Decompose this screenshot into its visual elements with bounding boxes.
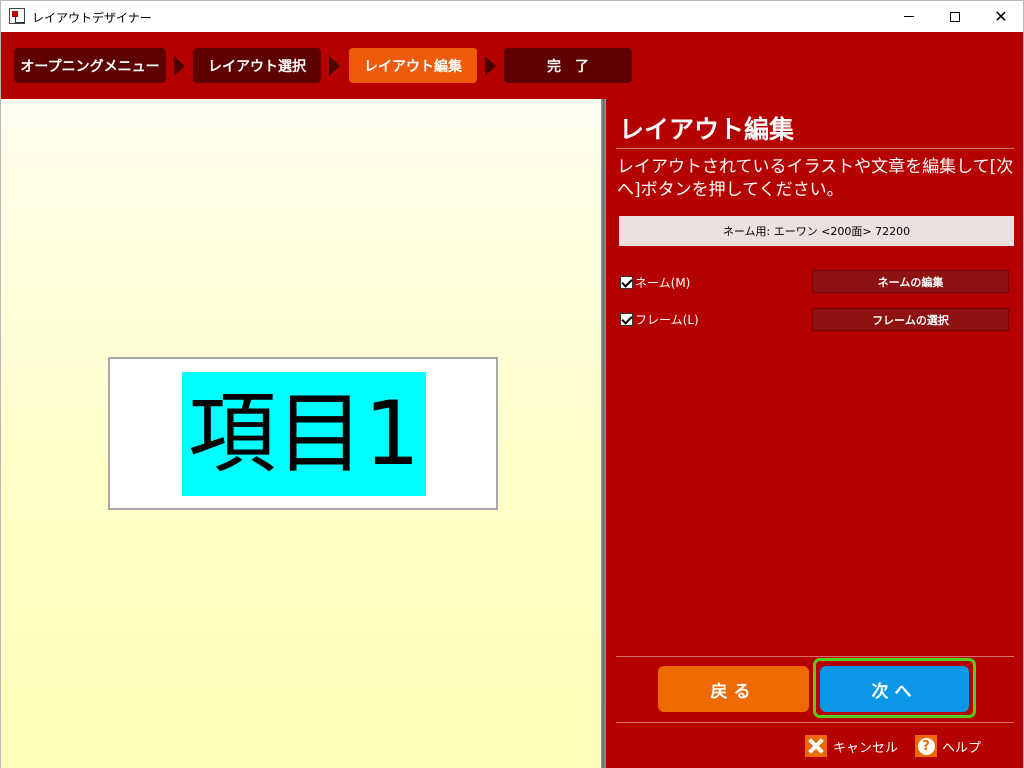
minimize-icon <box>904 16 914 17</box>
frame-checkbox[interactable] <box>620 312 633 326</box>
maximize-button[interactable] <box>932 1 978 32</box>
maximize-icon <box>950 11 960 22</box>
back-button[interactable]: 戻る <box>658 666 809 712</box>
layout-canvas[interactable]: 項目1 <box>1 99 601 768</box>
label-preview[interactable]: 項目1 <box>108 357 498 510</box>
cancel-link[interactable]: キャンセル <box>805 735 898 757</box>
close-icon: ✕ <box>994 6 1008 26</box>
step-arrow-icon <box>485 56 496 76</box>
cancel-label[interactable]: キャンセル <box>833 737 898 756</box>
divider <box>616 722 1014 723</box>
step-opening-menu: オープニングメニュー <box>14 48 166 83</box>
minimize-button[interactable] <box>886 1 932 32</box>
divider <box>616 148 1014 149</box>
window-title: レイアウトデザイナー <box>32 11 152 25</box>
title-bar: レイアウトデザイナー ✕ <box>1 1 1023 32</box>
close-button[interactable]: ✕ <box>978 1 1024 32</box>
edit-panel: レイアウト編集 レイアウトされているイラストや文章を編集して[次へ]ボタンを押し… <box>606 99 1023 768</box>
product-info: ネーム用: エーワン <200面> 72200 <box>619 216 1014 246</box>
name-checkbox[interactable] <box>620 275 633 289</box>
item-text[interactable]: 項目1 <box>188 390 420 478</box>
name-option[interactable]: ネーム(M) <box>620 271 690 293</box>
edit-name-button[interactable]: ネームの編集 <box>812 270 1009 293</box>
step-arrow-icon <box>329 56 340 76</box>
step-arrow-icon <box>174 56 185 76</box>
text-item-selection[interactable]: 項目1 <box>182 372 426 496</box>
step-layout-select: レイアウト選択 <box>193 48 321 83</box>
help-icon-glyph: ? <box>917 737 935 755</box>
next-button[interactable]: 次へ <box>820 666 969 712</box>
step-layout-edit: レイアウト編集 <box>349 48 477 83</box>
panel-description: レイアウトされているイラストや文章を編集して[次へ]ボタンを押してください。 <box>617 157 1014 200</box>
help-icon: ? <box>915 735 937 757</box>
help-label[interactable]: ヘルプ <box>942 737 981 756</box>
select-frame-button[interactable]: フレームの選択 <box>812 308 1009 331</box>
cancel-icon <box>805 735 827 757</box>
name-checkbox-label[interactable]: ネーム(M) <box>635 274 690 291</box>
app-window: レイアウトデザイナー ✕ オープニングメニュー レイアウト選択 レイアウト編集 … <box>0 0 1024 768</box>
frame-option[interactable]: フレーム(L) <box>620 308 699 330</box>
divider <box>616 656 1014 657</box>
panel-title: レイアウト編集 <box>619 115 795 144</box>
step-bar: オープニングメニュー レイアウト選択 レイアウト編集 完 了 <box>1 32 1023 99</box>
step-complete: 完 了 <box>504 48 632 83</box>
help-link[interactable]: ? ヘルプ <box>915 735 981 757</box>
app-icon <box>9 8 25 24</box>
frame-checkbox-label[interactable]: フレーム(L) <box>635 311 699 328</box>
